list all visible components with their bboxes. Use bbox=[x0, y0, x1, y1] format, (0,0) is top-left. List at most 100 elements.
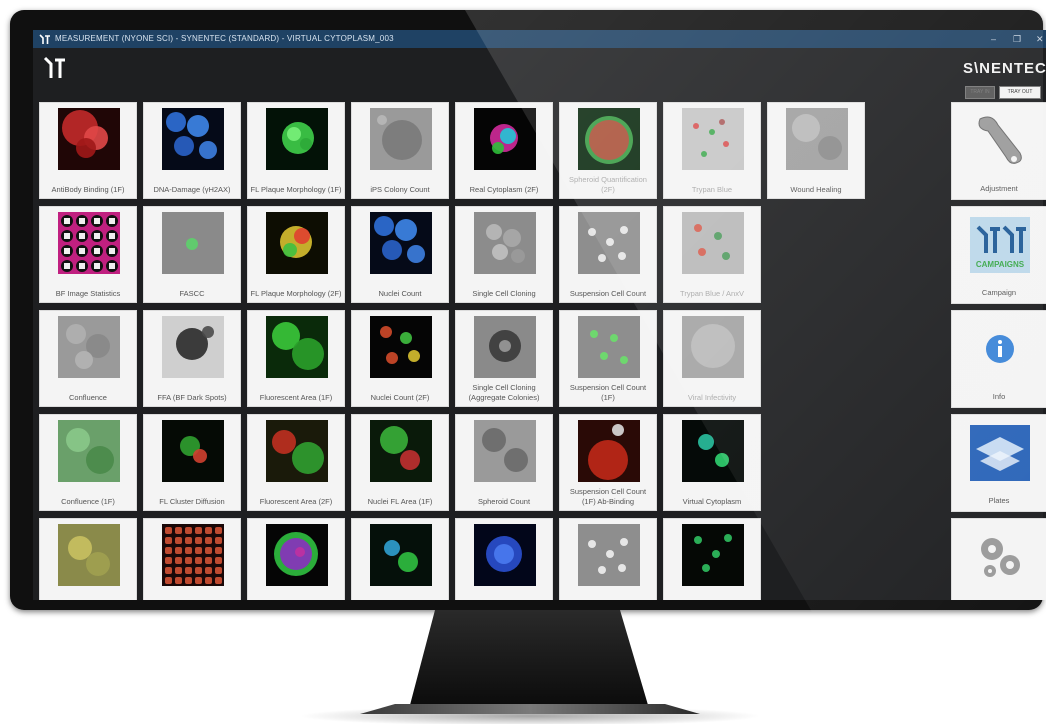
sidebar-button-info[interactable]: Info bbox=[951, 310, 1046, 408]
application-label: Suspension Cell Count (1F) Ab-Binding bbox=[569, 487, 647, 506]
application-thumbnail bbox=[682, 316, 744, 378]
sidebar-label: Adjustment bbox=[980, 184, 1018, 193]
synentec-brand: S\NENTEC bbox=[963, 60, 1046, 77]
application-tile[interactable]: Single Cell Cloning (Aggregate Colonies) bbox=[455, 310, 553, 407]
application-tile[interactable]: Trypan Blue / AnxV bbox=[663, 206, 761, 303]
application-thumbnail bbox=[682, 420, 744, 482]
application-tile[interactable]: Suspension Cell Count bbox=[559, 518, 657, 600]
application-tile[interactable]: Viral Infectivity bbox=[663, 310, 761, 407]
application-tile[interactable]: Spheroid bbox=[455, 518, 553, 600]
application-tile[interactable]: Spheroid Quantification (2F) bbox=[559, 102, 657, 199]
application-tile[interactable]: Spheroid Count bbox=[455, 414, 553, 511]
application-tile[interactable]: Single Cell Cloning bbox=[455, 206, 553, 303]
application-tile[interactable]: FL Cluster Diffusion bbox=[143, 414, 241, 511]
application-tile[interactable]: FL Plaque Morphology (1F) bbox=[247, 102, 345, 199]
application-tile[interactable]: iPS Colony Count bbox=[351, 102, 449, 199]
application-label: Fluorescent Area (2F) bbox=[259, 497, 333, 506]
application-thumbnail bbox=[786, 108, 848, 170]
application-tile[interactable]: Real Cytoplasm (2F) bbox=[455, 102, 553, 199]
application-thumbnail bbox=[474, 212, 536, 274]
thumbnail-image bbox=[786, 108, 848, 170]
application-tile[interactable]: Wound Healing bbox=[767, 102, 865, 199]
application-tile[interactable]: FL Plaque Morphology (2F) bbox=[247, 206, 345, 303]
application-thumbnail bbox=[474, 524, 536, 586]
application-tile[interactable]: Suspension Cell Count (1F) Ab-Binding bbox=[559, 414, 657, 511]
thumbnail-image bbox=[474, 316, 536, 378]
application-tile[interactable]: Confluence (1F) bbox=[39, 414, 137, 511]
application-tile[interactable] bbox=[351, 518, 449, 600]
sidebar-button-campaign[interactable]: CAMPAIGNS Campaign bbox=[951, 206, 1046, 304]
application-tile[interactable] bbox=[39, 518, 137, 600]
thumbnail-image bbox=[266, 212, 328, 274]
application-tile[interactable]: Confluence bbox=[39, 310, 137, 407]
application-thumbnail bbox=[162, 108, 224, 170]
wrench-icon bbox=[970, 109, 1030, 171]
thumbnail-image bbox=[682, 212, 744, 274]
thumbnail-image bbox=[370, 316, 432, 378]
minimize-button[interactable]: – bbox=[991, 30, 996, 48]
application-thumbnail bbox=[578, 524, 640, 586]
application-thumbnail bbox=[474, 316, 536, 378]
close-button[interactable]: ✕ bbox=[1036, 30, 1044, 48]
info-icon bbox=[970, 317, 1030, 379]
application-thumbnail bbox=[266, 316, 328, 378]
application-thumbnail bbox=[58, 524, 120, 586]
thumbnail-image bbox=[578, 316, 640, 378]
thumbnail-image bbox=[474, 420, 536, 482]
application-thumbnail bbox=[578, 420, 640, 482]
thumbnail-image bbox=[266, 316, 328, 378]
application-label: Virtual Cytoplasm bbox=[682, 497, 742, 506]
thumbnail-image bbox=[162, 212, 224, 274]
application-tile[interactable]: Fluorescent Area (1F) bbox=[247, 310, 345, 407]
sidebar-button-plates[interactable]: Plates bbox=[951, 414, 1046, 512]
application-thumbnail bbox=[474, 108, 536, 170]
application-tile[interactable]: Nuclei Count bbox=[351, 206, 449, 303]
application-tile[interactable]: Virtual Cytoplasm bbox=[663, 414, 761, 511]
maximize-button[interactable]: ❐ bbox=[1013, 30, 1021, 48]
application-thumbnail bbox=[682, 524, 744, 586]
application-tile[interactable]: Suspension Cell Count bbox=[559, 206, 657, 303]
application-tile[interactable]: Nuclei FL Area (1F) bbox=[351, 414, 449, 511]
application-tile[interactable]: Trypan Blue bbox=[663, 102, 761, 199]
application-tile[interactable] bbox=[247, 518, 345, 600]
application-label: Suspension Cell Count bbox=[569, 289, 647, 298]
application-tile[interactable]: AntiBody Binding (1F) bbox=[39, 102, 137, 199]
application-tile[interactable] bbox=[663, 518, 761, 600]
application-label: BF Image Statistics bbox=[55, 289, 121, 298]
tray-out-button[interactable]: TRAY OUT bbox=[999, 86, 1041, 99]
thumbnail-image bbox=[474, 524, 536, 586]
application-label: Nuclei Count bbox=[378, 289, 422, 298]
application-label: Single Cell Cloning bbox=[472, 289, 536, 298]
application-thumbnail bbox=[162, 212, 224, 274]
app-icon bbox=[39, 34, 50, 44]
application-thumbnail bbox=[266, 212, 328, 274]
application-label: Real Cytoplasm (2F) bbox=[469, 185, 539, 194]
application-tile[interactable]: DNA-Damage (γH2AX) bbox=[143, 102, 241, 199]
application-tile[interactable]: Fluorescent Area (2F) bbox=[247, 414, 345, 511]
application-thumbnail bbox=[370, 108, 432, 170]
application-thumbnail bbox=[266, 524, 328, 586]
sidebar-button-settings[interactable] bbox=[951, 518, 1046, 600]
application-tile[interactable]: Nuclei Count (2F) bbox=[351, 310, 449, 407]
campaigns-icon: CAMPAIGNS bbox=[970, 213, 1030, 275]
application-tile[interactable]: BF Image Statistics bbox=[39, 206, 137, 303]
thumbnail-image bbox=[370, 212, 432, 274]
thumbnail-image bbox=[58, 316, 120, 378]
application-tile[interactable] bbox=[143, 518, 241, 600]
application-label: Suspension Cell Count (1F) bbox=[569, 383, 647, 402]
app-logo-icon bbox=[43, 56, 65, 78]
application-tile[interactable]: FASCC bbox=[143, 206, 241, 303]
application-label: Single Cell Cloning (Aggregate Colonies) bbox=[468, 383, 540, 402]
thumbnail-image bbox=[578, 108, 640, 170]
application-tile[interactable]: Suspension Cell Count (1F) bbox=[559, 310, 657, 407]
sidebar-button-adjustment[interactable]: Adjustment bbox=[951, 102, 1046, 200]
application-thumbnail bbox=[682, 108, 744, 170]
application-tile[interactable]: FFA (BF Dark Spots) bbox=[143, 310, 241, 407]
application-thumbnail bbox=[370, 420, 432, 482]
application-label: Viral Infectivity bbox=[687, 393, 737, 402]
application-label: Wound Healing bbox=[790, 185, 842, 194]
application-thumbnail bbox=[578, 316, 640, 378]
tray-in-button[interactable]: TRAY IN bbox=[965, 86, 995, 99]
application-thumbnail bbox=[58, 420, 120, 482]
application-label: Confluence (1F) bbox=[61, 497, 115, 506]
